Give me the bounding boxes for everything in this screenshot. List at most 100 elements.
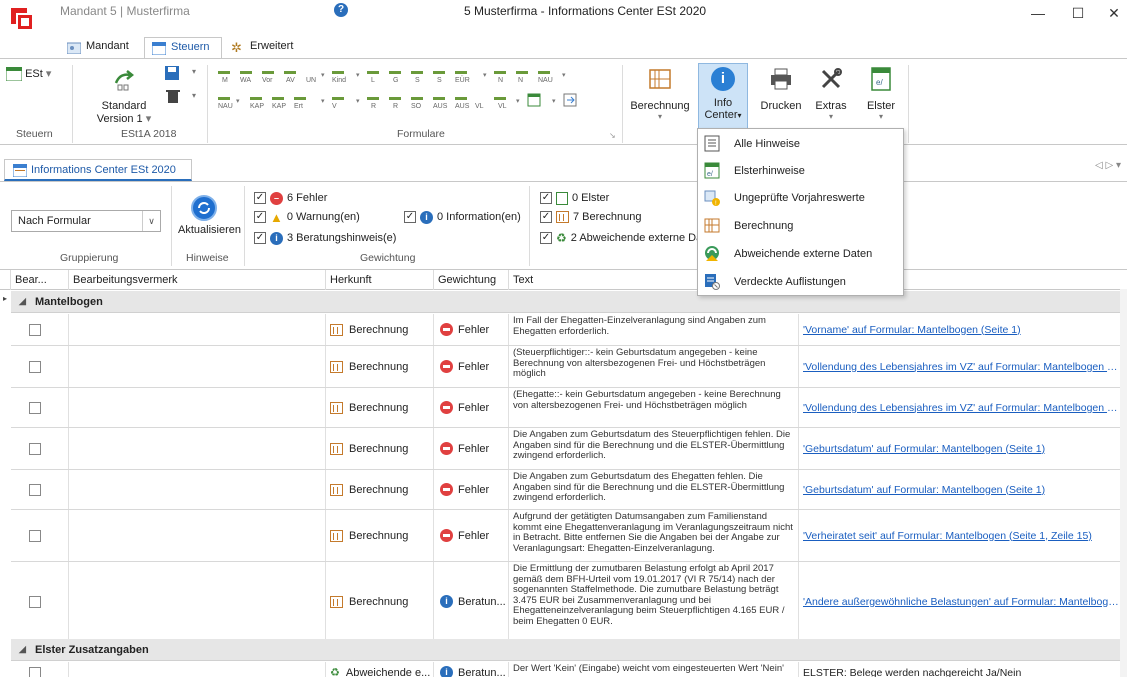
bearbeitungsvermerk-cell[interactable] (69, 510, 326, 561)
mandant-icon (67, 42, 81, 54)
form-reference-link[interactable]: 'Vollendung des Lebensjahres im VZ' auf … (803, 361, 1119, 373)
bearbeitungsvermerk-cell[interactable] (69, 314, 326, 345)
header-bear[interactable]: Bear... (11, 270, 69, 290)
bearbeitungsvermerk-cell[interactable] (69, 562, 326, 641)
elster-button[interactable]: e/ Elster ▾ (856, 67, 906, 121)
delete-icon[interactable] (166, 89, 180, 103)
form-reference-link[interactable]: 'Andere außergewöhnliche Belastungen' au… (803, 596, 1119, 608)
menu-item-berechnung[interactable]: Berechnung (698, 212, 903, 239)
group-row-elster-zusatzangaben[interactable]: ◢ Elster Zusatzangaben (11, 639, 1120, 661)
grouping-select[interactable]: Nach Formular ∨ (11, 210, 161, 232)
row-checkbox-cell (11, 662, 69, 677)
row-checkbox[interactable] (29, 443, 41, 455)
row-checkbox[interactable] (29, 402, 41, 414)
table-row[interactable]: Berechnung Fehler (Ehegatte::- kein Geburt… (11, 388, 1120, 428)
row-checkbox[interactable] (29, 667, 41, 677)
form-reference-link[interactable]: 'Vollendung des Lebensjahres im VZ' auf … (803, 402, 1119, 414)
row-checkbox[interactable] (29, 361, 41, 373)
group-row-mantelbogen[interactable]: ◢ Mantelbogen (11, 291, 1120, 313)
svg-text:Kind: Kind (332, 77, 346, 84)
calculator-icon (330, 442, 343, 455)
filter-information[interactable]: ✓ i 0 Information(en) (404, 209, 521, 225)
menu-item-ungepruefte-vorjahreswerte[interactable]: ! Ungeprüfte Vorjahreswerte (698, 184, 903, 211)
form-icons-grid[interactable]: M WA Vor AV UN Kind L G S S EÜR N N NAU NAU KAP KAP Ert… (214, 65, 624, 117)
table-row[interactable]: Berechnung i Beratun... Die Ermittlung der … (11, 562, 1120, 642)
save-icon[interactable] (164, 65, 182, 81)
row-checkbox-cell (11, 388, 69, 427)
tab-steuern[interactable]: Steuern (144, 37, 222, 59)
standard-version-button[interactable]: Standard Version 1 ▾ (94, 67, 154, 125)
table-row[interactable]: Berechnung Fehler Die Angaben zum Geburtsd… (11, 428, 1120, 470)
row-checkbox[interactable] (29, 324, 41, 336)
table-row[interactable]: Berechnung Fehler Die Angaben zum Geburtsd… (11, 470, 1120, 510)
checkbox[interactable]: ✓ (404, 211, 416, 223)
menu-item-verdeckte-auflistungen[interactable]: Verdeckte Auflistungen (698, 268, 903, 295)
collapse-icon[interactable]: ◢ (19, 296, 26, 307)
form-reference-link[interactable]: 'Geburtsdatum' auf Formular: Mantelbogen… (803, 484, 1045, 496)
bearbeitungsvermerk-cell[interactable] (69, 470, 326, 509)
header-gewichtung[interactable]: Gewichtung (434, 270, 509, 290)
filter-fehler[interactable]: ✓ –6 Fehler (254, 190, 327, 206)
checkbox[interactable]: ✓ (540, 232, 552, 244)
gewichtung-text: Fehler (458, 360, 490, 373)
vertical-scrollbar[interactable] (1120, 289, 1127, 677)
bearbeitungsvermerk-cell[interactable] (69, 346, 326, 387)
form-reference-link[interactable]: 'Geburtsdatum' auf Formular: Mantelbogen… (803, 443, 1045, 455)
menu-item-abweichende-externe-daten[interactable]: Abweichende externe Daten (698, 240, 903, 267)
menu-item-alle-hinweise[interactable]: Alle Hinweise (698, 130, 903, 157)
collapse-icon[interactable]: ◢ (19, 644, 26, 655)
form-reference-link[interactable]: 'Verheiratet seit' auf Formular: Mantelb… (803, 530, 1092, 542)
bearbeitungsvermerk-cell[interactable] (69, 428, 326, 469)
tab-mandant[interactable]: Mandant (60, 37, 142, 59)
gewichtung-cell: Fehler (434, 510, 509, 561)
reference-cell: 'Geburtsdatum' auf Formular: Mantelbogen… (799, 470, 1120, 509)
maximize-button[interactable]: ☐ (1058, 2, 1098, 24)
form-reference-link[interactable]: 'Vorname' auf Formular: Mantelbogen (Sei… (803, 324, 1021, 336)
filter-warnung[interactable]: ✓ ▲ 0 Warnung(en) (254, 209, 360, 225)
filter-berechnung[interactable]: ✓ 7 Berechnung (540, 209, 642, 225)
checkbox[interactable]: ✓ (540, 192, 552, 204)
drucken-button[interactable]: Drucken (756, 67, 806, 112)
checkbox[interactable]: ✓ (540, 211, 552, 223)
close-button[interactable]: ✕ (1094, 2, 1127, 24)
chevron-down-icon[interactable]: ∨ (142, 211, 160, 231)
row-checkbox[interactable] (29, 596, 41, 608)
doc-tab-info-center[interactable]: Informations Center ESt 2020 (4, 159, 192, 181)
extras-button[interactable]: Extras ▾ (806, 67, 856, 121)
row-checkbox[interactable] (29, 484, 41, 496)
row-checkbox[interactable] (29, 530, 41, 542)
table-row[interactable]: Berechnung Fehler Im Fall der Ehegatten-Ei… (11, 314, 1120, 346)
gewichtung-cell: i Beratun... (434, 662, 509, 677)
menu-item-elsterhinweise[interactable]: e/ Elsterhinweise (698, 157, 903, 184)
steuern-icon (152, 42, 166, 55)
svg-text:M: M (222, 77, 228, 84)
menu-item-label: Elsterhinweise (734, 164, 805, 177)
table-row[interactable]: Berechnung Fehler Aufgrund der getätigten … (11, 510, 1120, 562)
bearbeitungsvermerk-cell[interactable] (69, 388, 326, 427)
tab-erweitert[interactable]: ✲ Erweitert (224, 37, 314, 59)
herkunft-cell: Berechnung (326, 428, 434, 469)
checkbox[interactable]: ✓ (254, 211, 266, 223)
header-bearbeitungsvermerk[interactable]: Bearbeitungsvermerk (69, 270, 326, 290)
info-center-button[interactable]: i Info Center▾ (698, 63, 748, 131)
checkbox[interactable]: ✓ (254, 232, 266, 244)
filter-abweichende[interactable]: ✓ ♻ 2 Abweichende externe Da (540, 230, 702, 246)
header-herkunft[interactable]: Herkunft (326, 270, 434, 290)
refresh-button[interactable] (191, 195, 217, 221)
menu-item-label: Ungeprüfte Vorjahreswerte (734, 191, 865, 204)
grid-header: Bear... Bearbeitungsvermerk Herkunft Gew… (0, 270, 1120, 290)
tab-navigation-icon[interactable]: ◁ ▷ ▾ (1095, 160, 1121, 171)
svg-text:▾: ▾ (483, 72, 487, 79)
table-row[interactable]: ♻ Abweichende e... i Beratun... Der Wert '… (11, 662, 1120, 677)
table-row[interactable]: Berechnung Fehler (Steuerpflichtiger::- ke… (11, 346, 1120, 388)
bearbeitungsvermerk-cell[interactable] (69, 662, 326, 677)
filter-beratung[interactable]: ✓ i 3 Beratungshinweis(e) (254, 230, 396, 246)
filter-elster[interactable]: ✓ 0 Elster (540, 190, 609, 206)
printer-icon (771, 68, 791, 90)
help-icon[interactable]: ? (334, 3, 348, 17)
est-button[interactable]: ESt ▾ (5, 66, 66, 82)
checkbox[interactable]: ✓ (254, 192, 266, 204)
minimize-button[interactable]: — (1018, 2, 1058, 24)
berechnung-button[interactable]: Berechnung ▾ (626, 67, 694, 121)
gear-icon: ✲ (231, 40, 242, 55)
